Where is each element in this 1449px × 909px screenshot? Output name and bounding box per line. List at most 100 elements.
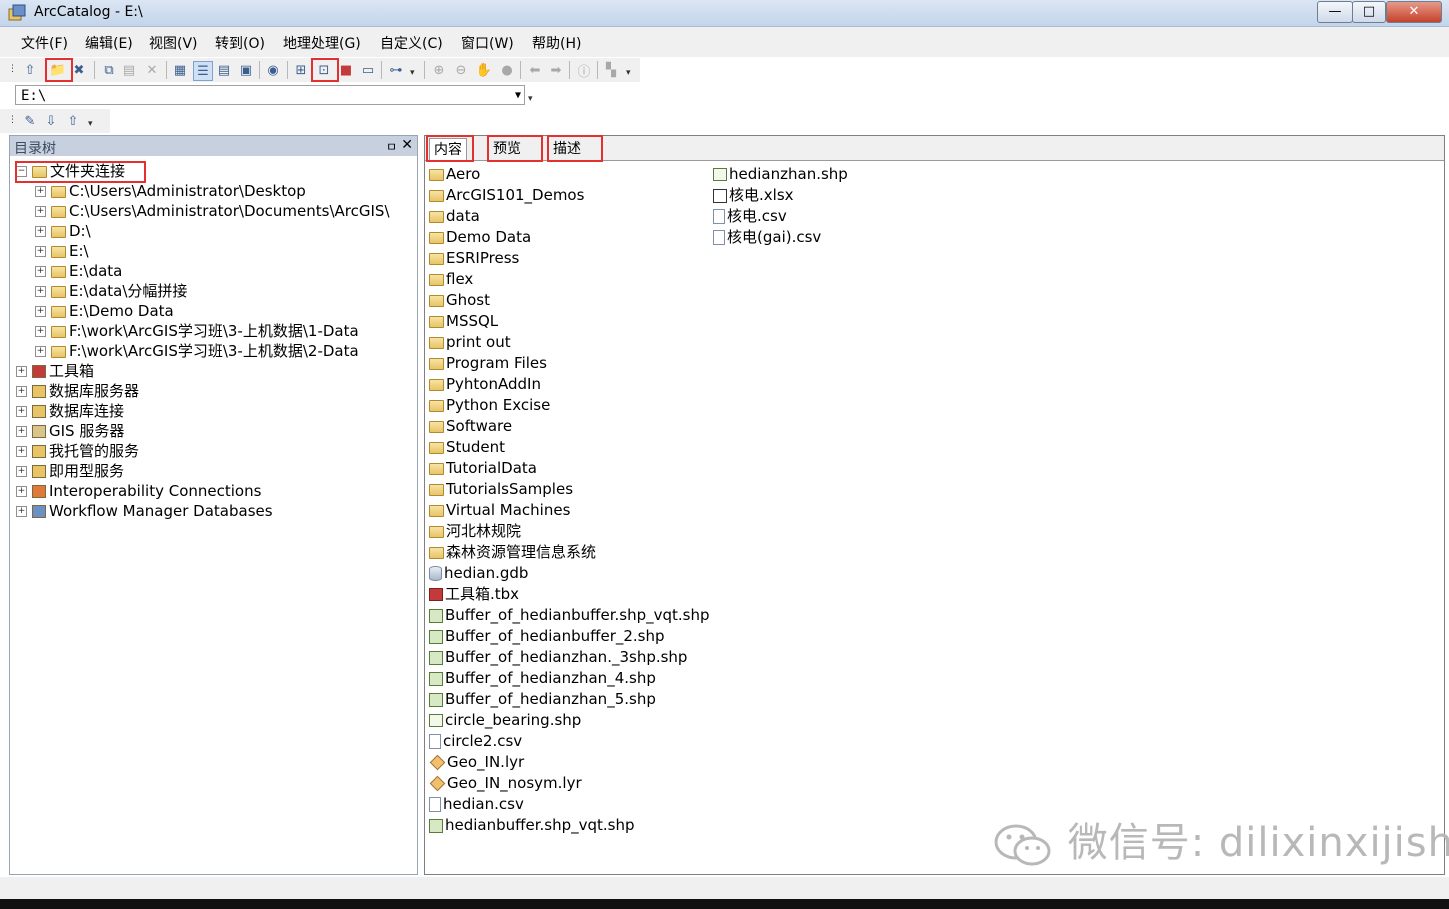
content-item[interactable]: MSSQL bbox=[429, 311, 498, 332]
tree-item-node[interactable]: + 即用型服务 bbox=[16, 461, 124, 481]
export-metadata-icon[interactable]: ⇧ bbox=[64, 112, 82, 130]
tree-item-node[interactable]: + Workflow Manager Databases bbox=[16, 501, 273, 521]
content-item[interactable]: 工具箱.tbx bbox=[429, 584, 519, 605]
menu-view[interactable]: 视图(V) bbox=[149, 33, 198, 53]
paste-icon[interactable]: ▤ bbox=[120, 61, 138, 79]
expand-icon[interactable]: + bbox=[16, 366, 27, 377]
content-item[interactable]: circle2.csv bbox=[429, 731, 522, 752]
expand-icon[interactable]: + bbox=[35, 306, 46, 317]
menu-window[interactable]: 窗口(W) bbox=[461, 33, 514, 53]
content-item[interactable]: data bbox=[429, 206, 480, 227]
content-item[interactable]: ESRIPress bbox=[429, 248, 519, 269]
expand-icon[interactable]: + bbox=[16, 426, 27, 437]
tree-item-folder[interactable]: + E:\ bbox=[35, 241, 89, 261]
expand-icon[interactable]: + bbox=[35, 326, 46, 337]
tree-item-node[interactable]: + GIS 服务器 bbox=[16, 421, 124, 441]
toolbar-overflow-icon[interactable]: ▾ bbox=[410, 68, 418, 80]
content-item[interactable]: Buffer_of_hedianbuffer.shp_vqt.shp bbox=[429, 605, 710, 626]
content-item[interactable]: TutorialsSamples bbox=[429, 479, 573, 500]
up-one-level-icon[interactable]: ⇧ bbox=[21, 61, 39, 79]
content-item[interactable]: 核电.csv bbox=[713, 206, 787, 227]
content-item[interactable]: Geo_IN.lyr bbox=[429, 752, 524, 773]
details-view-icon[interactable]: ▤ bbox=[215, 61, 233, 79]
minimize-button[interactable]: — bbox=[1317, 1, 1353, 23]
delete-icon[interactable]: ✕ bbox=[143, 61, 161, 79]
content-item[interactable]: TutorialData bbox=[429, 458, 537, 479]
tree-item-folder[interactable]: + F:\work\ArcGIS学习班\3-上机数据\1-Data bbox=[35, 321, 359, 341]
expand-icon[interactable]: + bbox=[35, 186, 46, 197]
arctoolbox-icon[interactable]: ■ bbox=[337, 61, 355, 79]
content-item[interactable]: flex bbox=[429, 269, 473, 290]
tree-item-folder[interactable]: + E:\data\分幅拼接 bbox=[35, 281, 187, 301]
list-view-icon[interactable]: ☰ bbox=[193, 61, 213, 81]
back-icon[interactable]: ⬅ bbox=[526, 61, 544, 79]
expand-icon[interactable]: + bbox=[35, 266, 46, 277]
close-button[interactable]: ✕ bbox=[1386, 1, 1442, 23]
tree-item-node[interactable]: + 数据库连接 bbox=[16, 401, 124, 421]
expand-icon[interactable]: + bbox=[16, 506, 27, 517]
tree-item-folder[interactable]: + E:\data bbox=[35, 261, 122, 281]
location-combobox[interactable]: E:\ ▼ bbox=[15, 85, 525, 105]
menu-geoprocessing[interactable]: 地理处理(G) bbox=[283, 33, 361, 53]
content-item[interactable]: Ghost bbox=[429, 290, 490, 311]
zoom-in-icon[interactable]: ⊕ bbox=[430, 61, 448, 79]
content-item[interactable]: circle_bearing.shp bbox=[429, 710, 581, 731]
copy-icon[interactable]: ⧉ bbox=[100, 61, 118, 79]
content-item[interactable]: 核电(gai).csv bbox=[713, 227, 821, 248]
tree-item-node[interactable]: + 工具箱 bbox=[16, 361, 94, 381]
expand-icon[interactable]: + bbox=[16, 466, 27, 477]
menu-help[interactable]: 帮助(H) bbox=[532, 33, 581, 53]
chevron-down-icon[interactable]: ▼ bbox=[515, 86, 521, 106]
expand-icon[interactable]: + bbox=[16, 446, 27, 457]
large-icons-icon[interactable]: ▦ bbox=[171, 61, 189, 79]
model-builder-icon[interactable]: ⊶ bbox=[387, 61, 405, 79]
tree-item-node[interactable]: + 数据库服务器 bbox=[16, 381, 139, 401]
toolbar-overflow-icon[interactable]: ▾ bbox=[88, 119, 96, 131]
expand-icon[interactable]: + bbox=[35, 246, 46, 257]
pin-icon[interactable]: ㅁ bbox=[386, 138, 397, 155]
menu-file[interactable]: 文件(F) bbox=[21, 33, 68, 53]
forward-icon[interactable]: ➡ bbox=[547, 61, 565, 79]
content-item[interactable]: Buffer_of_hedianzhan_5.shp bbox=[429, 689, 656, 710]
zoom-out-icon[interactable]: ⊖ bbox=[452, 61, 470, 79]
content-item[interactable]: ArcGIS101_Demos bbox=[429, 185, 584, 206]
tree-item-folder[interactable]: + D:\ bbox=[35, 221, 91, 241]
import-metadata-icon[interactable]: ⇩ bbox=[42, 112, 60, 130]
close-icon[interactable]: ✕ bbox=[401, 137, 413, 153]
menu-goto[interactable]: 转到(O) bbox=[215, 33, 265, 53]
edit-metadata-icon[interactable]: ✎ bbox=[21, 112, 39, 130]
catalog-tree-window-icon[interactable]: ⊞ bbox=[292, 61, 310, 79]
content-item[interactable]: Geo_IN_nosym.lyr bbox=[429, 773, 582, 794]
content-item[interactable]: hedian.csv bbox=[429, 794, 524, 815]
content-item[interactable]: Virtual Machines bbox=[429, 500, 570, 521]
launch-arcmap-icon[interactable]: ◉ bbox=[264, 61, 282, 79]
expand-icon[interactable]: + bbox=[35, 346, 46, 357]
content-item[interactable]: 河北林规院 bbox=[429, 521, 521, 542]
python-window-icon[interactable]: ▭ bbox=[359, 61, 377, 79]
content-item[interactable]: hedianzhan.shp bbox=[713, 164, 848, 185]
content-item[interactable]: Demo Data bbox=[429, 227, 531, 248]
content-item[interactable]: Buffer_of_hedianzhan._3shp.shp bbox=[429, 647, 687, 668]
toolbar-overflow-icon[interactable]: ▾ bbox=[626, 68, 634, 80]
toolbar-overflow-icon[interactable]: ▾ bbox=[528, 94, 536, 106]
identify-icon[interactable]: ⓘ bbox=[575, 61, 593, 80]
expand-icon[interactable]: + bbox=[16, 386, 27, 397]
tree-item-folder[interactable]: + F:\work\ArcGIS学习班\3-上机数据\2-Data bbox=[35, 341, 359, 361]
tree-item-node[interactable]: + Interoperability Connections bbox=[16, 481, 261, 501]
content-item[interactable]: PyhtonAddIn bbox=[429, 374, 541, 395]
thumbnails-icon[interactable]: ▣ bbox=[237, 61, 255, 79]
expand-icon[interactable]: + bbox=[35, 206, 46, 217]
content-item[interactable]: hedianbuffer.shp_vqt.shp bbox=[429, 815, 635, 836]
pan-icon[interactable]: ✋ bbox=[475, 61, 493, 79]
full-extent-icon[interactable]: ● bbox=[498, 61, 516, 79]
content-item[interactable]: print out bbox=[429, 332, 511, 353]
expand-icon[interactable]: + bbox=[35, 226, 46, 237]
tree-item-folder[interactable]: + C:\Users\Administrator\Documents\ArcGIS… bbox=[35, 201, 390, 221]
menu-customize[interactable]: 自定义(C) bbox=[380, 33, 443, 53]
maximize-button[interactable]: □ bbox=[1352, 1, 1386, 23]
menu-edit[interactable]: 编辑(E) bbox=[85, 33, 133, 53]
content-item[interactable]: Program Files bbox=[429, 353, 547, 374]
expand-icon[interactable]: + bbox=[16, 486, 27, 497]
content-item[interactable]: 森林资源管理信息系统 bbox=[429, 542, 596, 563]
expand-icon[interactable]: + bbox=[35, 286, 46, 297]
